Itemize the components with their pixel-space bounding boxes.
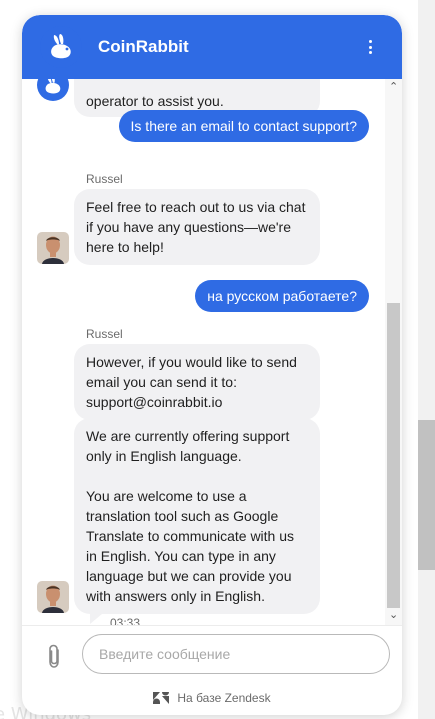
- outgoing-message: на русском работаете?: [195, 280, 369, 312]
- message-text: operator to assist you.: [86, 93, 224, 109]
- zendesk-logo-icon: [153, 692, 170, 704]
- chat-scrollbar-thumb[interactable]: [387, 303, 400, 608]
- incoming-message: We are currently offering support only i…: [74, 418, 320, 614]
- incoming-message: However, if you would like to send email…: [74, 344, 320, 420]
- page-scrollbar[interactable]: [418, 0, 435, 719]
- chat-widget: CoinRabbit operator to assist you. Is th…: [22, 15, 402, 715]
- kebab-menu-icon[interactable]: [360, 37, 380, 57]
- message-composer: [22, 625, 402, 685]
- bot-avatar-icon: [37, 79, 69, 101]
- incoming-message: Feel free to reach out to us via chat if…: [74, 189, 320, 265]
- sender-name: Russel: [86, 172, 123, 186]
- message-input[interactable]: [82, 634, 390, 674]
- page-scrollbar-thumb[interactable]: [418, 420, 435, 570]
- chat-log: operator to assist you. Is there an emai…: [22, 79, 402, 625]
- message-timestamp: 03:33: [110, 616, 141, 625]
- sender-name: Russel: [86, 327, 123, 341]
- footer-text: На базе Zendesk: [177, 691, 271, 705]
- scroll-up-arrow-icon[interactable]: ⌃: [389, 82, 398, 93]
- scroll-down-arrow-icon[interactable]: ⌄: [389, 610, 398, 621]
- paperclip-icon[interactable]: [44, 643, 64, 669]
- agent-avatar: [37, 232, 69, 264]
- bubble-tail-icon: [90, 614, 102, 624]
- chat-header: CoinRabbit: [22, 15, 402, 79]
- agent-avatar: [37, 581, 69, 613]
- powered-by-footer[interactable]: На базе Zendesk: [22, 685, 402, 711]
- outgoing-message: Is there an email to contact support?: [118, 110, 369, 142]
- widget-title: CoinRabbit: [98, 37, 189, 56]
- rabbit-logo-icon: [40, 26, 82, 68]
